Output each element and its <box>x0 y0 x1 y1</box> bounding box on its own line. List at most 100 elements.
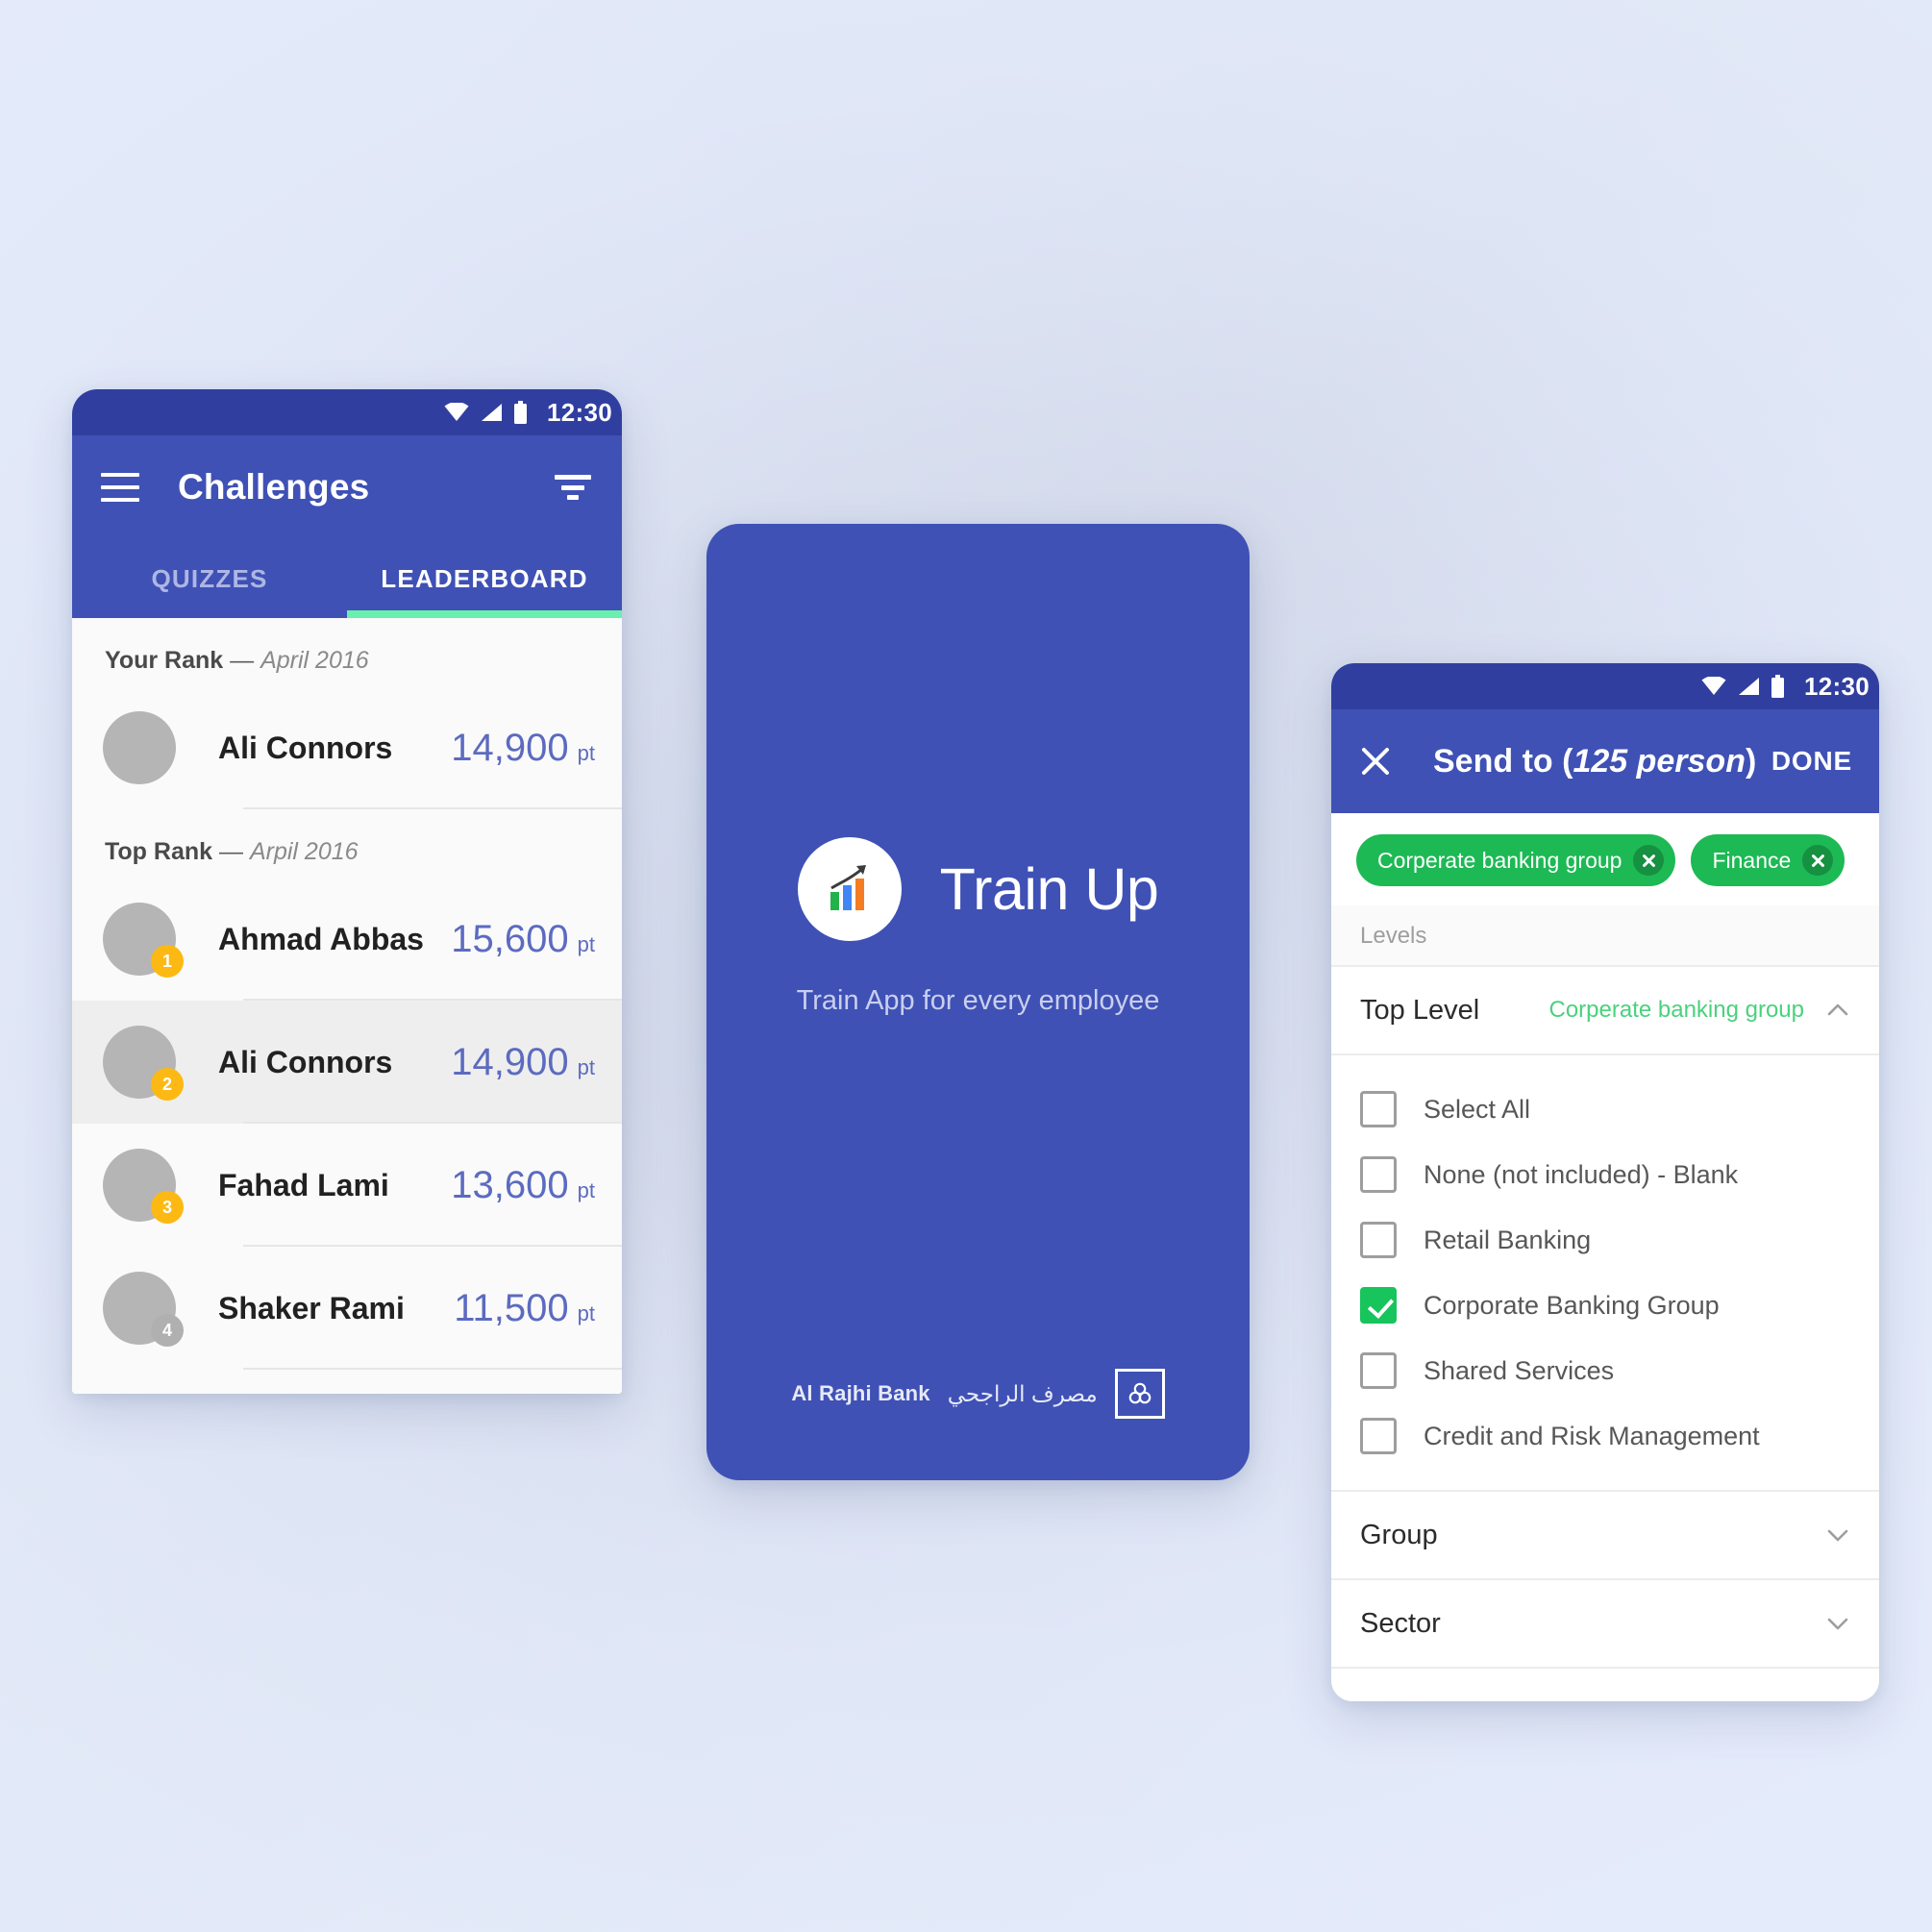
checkbox-label: Credit and Risk Management <box>1424 1421 1760 1450</box>
checkbox-row-select-all[interactable]: Select All <box>1331 1077 1879 1142</box>
your-rank-header-label: Your Rank <box>105 647 224 674</box>
accordion-top-level[interactable]: Top Level Corperate banking group <box>1331 967 1879 1055</box>
points-value: 11,500 <box>454 1286 569 1329</box>
checkbox-row-shared-services[interactable]: Shared Services <box>1331 1338 1879 1403</box>
rank-badge: 2 <box>151 1068 184 1101</box>
footer-brand-en: Al Rajhi Bank <box>791 1381 930 1405</box>
rank-badge: 1 <box>151 945 184 978</box>
al-rajhi-mark-icon <box>1114 1369 1165 1419</box>
checkbox[interactable] <box>1360 1222 1397 1258</box>
chip-label: Corperate banking group <box>1377 847 1622 873</box>
signal-icon <box>1737 677 1760 696</box>
checkbox-row-retail-banking[interactable]: Retail Banking <box>1331 1207 1879 1273</box>
points: 14,900 pt <box>451 727 595 770</box>
page-title: Send to (125 person) <box>1433 743 1756 780</box>
footer-brand-ar: مصرف الراجحي <box>947 1380 1098 1406</box>
accordion-sector[interactable]: Sector <box>1331 1580 1879 1669</box>
bar-chart-growth-icon <box>797 837 902 941</box>
accordion-title: Group <box>1360 1519 1438 1550</box>
accordion-title: Top Level <box>1360 994 1480 1026</box>
checkbox-label: Retail Banking <box>1424 1225 1592 1254</box>
app-bar: Send to (125 person) DONE <box>1331 709 1879 813</box>
wifi-icon <box>1701 677 1726 696</box>
checkbox-row-none[interactable]: None (not included) - Blank <box>1331 1142 1879 1207</box>
phone-challenges-leaderboard: 12:30 Challenges QUIZZES LEADERBOARD You… <box>72 389 622 1394</box>
points: 13,600 pt <box>451 1164 595 1207</box>
top-rank-header: Top Rank — Arpil 2016 <box>72 809 622 878</box>
filter-icon[interactable] <box>555 475 591 500</box>
table-row[interactable]: 2 Ali Connors 14,900 pt <box>72 1001 622 1124</box>
chip-finance[interactable]: Finance <box>1691 834 1845 886</box>
rank-badge: 3 <box>151 1191 184 1224</box>
checkbox-label: Corporate Banking Group <box>1424 1290 1720 1320</box>
signal-icon <box>480 403 503 422</box>
tab-leaderboard[interactable]: LEADERBOARD <box>347 539 622 618</box>
avatar: 4 <box>103 1272 184 1347</box>
app-tagline: Train App for every employee <box>796 985 1160 1016</box>
chevron-down-icon <box>1825 1611 1850 1636</box>
top-level-options: Select All None (not included) - Blank R… <box>1331 1055 1879 1492</box>
avatar: 3 <box>103 1149 184 1224</box>
accordion-department[interactable]: Department <box>1331 1669 1879 1701</box>
checkbox[interactable] <box>1360 1091 1397 1127</box>
brand-block: Train Up Train App for every employee <box>796 837 1160 1017</box>
checkbox-row-corporate-banking-group[interactable]: Corporate Banking Group <box>1331 1273 1879 1338</box>
page-title: Challenges <box>178 467 370 507</box>
avatar <box>103 711 176 784</box>
accordion-title: Sector <box>1360 1607 1441 1639</box>
chevron-down-icon <box>1825 1523 1850 1548</box>
wifi-icon <box>444 403 469 422</box>
tab-indicator <box>347 610 622 618</box>
row-divider <box>243 807 622 809</box>
accordion-group[interactable]: Group <box>1331 1492 1879 1580</box>
top-rank-header-period: Arpil 2016 <box>249 838 359 865</box>
list-item-name: Shaker Rami <box>218 1290 405 1325</box>
close-icon[interactable] <box>1358 744 1393 779</box>
status-bar-time: 12:30 <box>1804 671 1870 701</box>
selected-chips: Corperate banking group Finance <box>1331 813 1879 905</box>
status-bar-icons: 12:30 <box>444 398 612 428</box>
tab-quizzes[interactable]: QUIZZES <box>72 539 347 618</box>
leaderboard-list: Your Rank — April 2016 Ali Connors 14,90… <box>72 618 622 1394</box>
top-rank-header-label: Top Rank <box>105 838 213 865</box>
checkbox-label: Select All <box>1424 1094 1531 1124</box>
your-rank-row[interactable]: Ali Connors 14,900 pt <box>72 686 622 809</box>
table-row[interactable]: 4 Shaker Rami 11,500 pt <box>72 1247 622 1370</box>
avatar: 1 <box>103 903 184 978</box>
checkbox[interactable] <box>1360 1418 1397 1454</box>
your-rank-header-dash: — <box>223 647 261 674</box>
checkbox-row-credit-and-risk-management[interactable]: Credit and Risk Management <box>1331 1403 1879 1469</box>
footer-brand: Al Rajhi Bank مصرف الراجحي <box>791 1369 1165 1419</box>
hamburger-icon[interactable] <box>101 473 139 502</box>
done-button[interactable]: DONE <box>1771 746 1852 777</box>
status-bar-time: 12:30 <box>547 397 612 427</box>
list-item-name: Ali Connors <box>218 730 393 765</box>
app-name: Train Up <box>939 856 1159 922</box>
list-item-name: Fahad Lami <box>218 1167 389 1202</box>
levels-section-label: Levels <box>1331 905 1879 967</box>
chip-remove-icon[interactable] <box>1802 845 1834 876</box>
app-bar: Challenges <box>72 435 622 539</box>
points-unit: pt <box>577 1177 595 1202</box>
logo-line: Train Up <box>797 837 1159 941</box>
points: 14,900 pt <box>451 1041 595 1084</box>
table-row[interactable]: 1 Ahmad Abbas 15,600 pt <box>72 878 622 1001</box>
top-rank-header-dash: — <box>212 838 250 865</box>
table-row[interactable]: 5 Ghanim Mohammad 11,200 pt <box>72 1370 622 1394</box>
page-title-suffix: ) <box>1745 742 1757 780</box>
points-value: 14,900 <box>451 726 569 769</box>
checkbox[interactable] <box>1360 1156 1397 1193</box>
checkbox-label: Shared Services <box>1424 1355 1615 1385</box>
tab-bar: QUIZZES LEADERBOARD <box>72 539 622 618</box>
list-item-name: Ahmad Abbas <box>218 921 424 956</box>
checkbox-checked[interactable] <box>1360 1287 1397 1324</box>
your-rank-header-period: April 2016 <box>260 647 369 674</box>
chip-corperate-banking-group[interactable]: Corperate banking group <box>1356 834 1676 886</box>
status-bar: 12:30 <box>1331 663 1879 709</box>
points-value: 13,600 <box>451 1163 569 1206</box>
battery-icon <box>1771 675 1785 698</box>
table-row[interactable]: 3 Fahad Lami 13,600 pt <box>72 1124 622 1247</box>
checkbox[interactable] <box>1360 1352 1397 1389</box>
chip-remove-icon[interactable] <box>1633 845 1665 876</box>
status-bar-icons: 12:30 <box>1701 672 1870 702</box>
